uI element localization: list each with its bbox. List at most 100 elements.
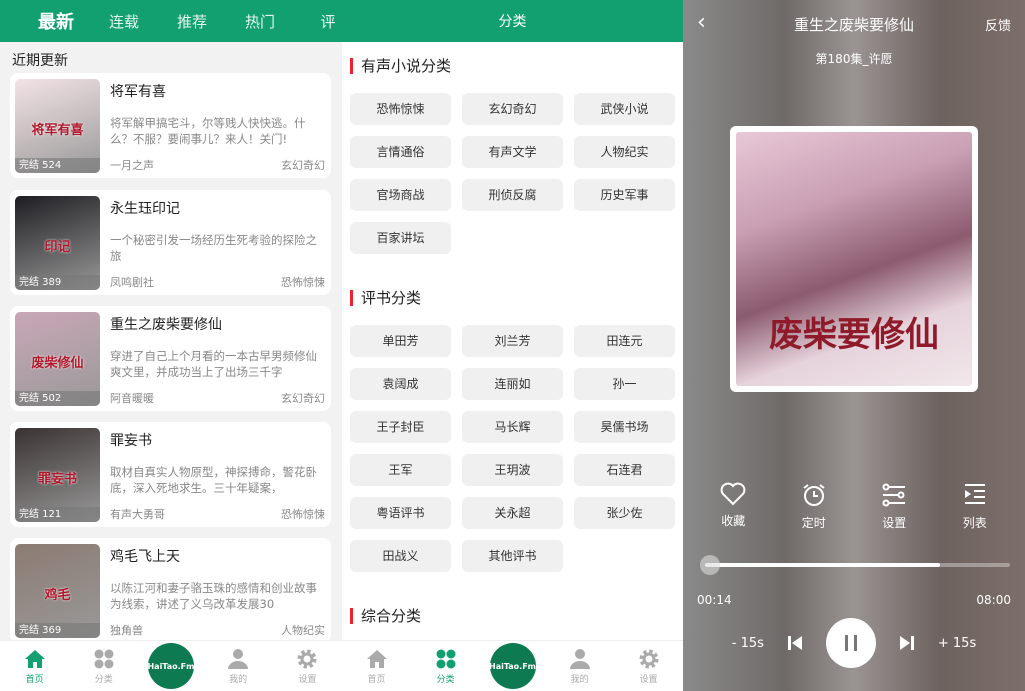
category-chip[interactable]: 王玥波 bbox=[462, 454, 563, 486]
book-title: 罪妄书 bbox=[110, 433, 152, 449]
category-chip[interactable]: 官场商战 bbox=[350, 179, 451, 211]
nav-mine[interactable]: 我的 bbox=[555, 648, 605, 685]
sliders-icon bbox=[882, 483, 906, 507]
pause-button[interactable] bbox=[825, 618, 876, 668]
book-genre: 玄幻奇幻 bbox=[281, 159, 325, 172]
home-panel: 最新 连载 推荐 热门评 近期更新 将军有喜 完结 524 将军有喜 将军解甲搞宅斗，尔… bbox=[0, 0, 342, 691]
nav-mine[interactable]: 我的 bbox=[213, 648, 263, 685]
category-chip[interactable]: 人物纪实 bbox=[574, 136, 675, 168]
book-author: 阿音暖暖 bbox=[110, 392, 154, 405]
category-chip[interactable]: 其他评书 bbox=[462, 540, 563, 572]
progress-thumb[interactable] bbox=[700, 555, 721, 575]
tab-4[interactable]: 评 bbox=[294, 11, 342, 32]
tab-0[interactable]: 最新 bbox=[22, 8, 90, 34]
book-card[interactable]: 将军有喜 完结 524 将军有喜 将军解甲搞宅斗，尔等贱人快快逃。什么？不服？要闹… bbox=[10, 73, 331, 178]
bottom-nav: 首页 分类 HaiTao.Fm 我的 设置 bbox=[0, 640, 342, 691]
progress-slider[interactable] bbox=[700, 555, 1010, 575]
nav-category[interactable]: 分类 bbox=[421, 648, 471, 685]
nav-category[interactable]: 分类 bbox=[79, 648, 129, 685]
tab-2[interactable]: 推荐 bbox=[158, 11, 226, 32]
book-cover: 废柴修仙 完结 502 bbox=[15, 312, 100, 406]
total-time: 08:00 bbox=[976, 593, 1011, 607]
nav-home[interactable]: 首页 bbox=[352, 648, 402, 685]
category-chip[interactable]: 言情通俗 bbox=[350, 136, 451, 168]
book-cover: 鸡毛 完结 369 bbox=[15, 544, 100, 638]
tab-3[interactable]: 热门 bbox=[226, 11, 294, 32]
book-author: 凤鸣剧社 bbox=[110, 276, 154, 289]
grid-icon bbox=[436, 649, 455, 668]
book-cover: 印记完结 389 bbox=[15, 196, 100, 290]
rewind-15-button[interactable]: - 15s bbox=[732, 636, 764, 651]
category-chip[interactable]: 连丽如 bbox=[462, 368, 563, 400]
category-chip[interactable]: 玄幻奇幻 bbox=[462, 93, 563, 125]
category-chip[interactable]: 王子封臣 bbox=[350, 411, 451, 443]
book-card[interactable]: 罪妄书 完结 121 罪妄书 取材自真实人物原型，神探搏命，警花卧底，深入死地求生… bbox=[10, 422, 331, 527]
settings-button[interactable]: 设置 bbox=[864, 482, 924, 531]
previous-icon[interactable] bbox=[786, 634, 804, 652]
category-chip[interactable]: 王军 bbox=[350, 454, 451, 486]
nav-home[interactable]: 首页 bbox=[10, 648, 60, 685]
nav-settings[interactable]: 设置 bbox=[282, 648, 332, 685]
book-author: 独角兽 bbox=[110, 624, 143, 637]
tab-1[interactable]: 连载 bbox=[90, 11, 158, 32]
user-icon bbox=[228, 648, 249, 669]
book-desc: 以陈江河和妻子骆玉珠的感情和创业故事为线索，讲述了义乌改革发展30 bbox=[110, 581, 317, 611]
category-chip[interactable]: 百家讲坛 bbox=[350, 222, 451, 254]
book-cover-lettering: 印记 bbox=[44, 240, 71, 255]
play-logo-button[interactable]: HaiTao.Fm bbox=[489, 643, 536, 689]
book-genre: 人物纪实 bbox=[281, 624, 325, 637]
play-logo-button[interactable]: HaiTao.Fm bbox=[147, 643, 194, 689]
book-genre: 恐怖惊悚 bbox=[281, 508, 325, 521]
category-chip[interactable]: 武侠小说 bbox=[574, 93, 675, 125]
category-chip[interactable]: 关永超 bbox=[462, 497, 563, 529]
category-chip[interactable]: 刑侦反腐 bbox=[462, 179, 563, 211]
home-icon bbox=[366, 649, 387, 668]
category-chip[interactable]: 刘兰芳 bbox=[462, 325, 563, 357]
category-chip[interactable]: 田战义 bbox=[350, 540, 451, 572]
category-chip[interactable]: 石连君 bbox=[574, 454, 675, 486]
gear-icon bbox=[639, 649, 658, 668]
feedback-button[interactable]: 反馈 bbox=[985, 15, 1011, 34]
page-title: 分类 bbox=[498, 14, 527, 30]
favorite-button[interactable]: 收藏 bbox=[703, 482, 763, 531]
category-chip[interactable]: 袁阔成 bbox=[350, 368, 451, 400]
user-icon bbox=[569, 648, 590, 669]
category-chip[interactable]: 马长辉 bbox=[462, 411, 563, 443]
category-chip[interactable]: 历史军事 bbox=[574, 179, 675, 211]
home-header: 最新 连载 推荐 热门评 bbox=[0, 0, 342, 42]
book-cover: 将军有喜 完结 524 bbox=[15, 79, 100, 173]
book-card[interactable]: 废柴修仙 完结 502 重生之废柴要修仙 穿进了自己上个月看的一本古早男频修仙爽文… bbox=[10, 306, 331, 411]
book-card[interactable]: 印记 完结 389 永生珏印记 一个秘密引发一场经历生死考验的探险之旅 凤鸣剧社 … bbox=[10, 190, 331, 295]
category-section-title: 综合分类 bbox=[350, 608, 421, 624]
category-chip[interactable]: 昊儒书场 bbox=[574, 411, 675, 443]
category-chip[interactable]: 粤语评书 bbox=[350, 497, 451, 529]
gear-icon bbox=[297, 649, 317, 668]
category-panel: 分类 有声小说分类 恐怖惊悚 玄幻奇幻 武侠小说 言情通俗 有声文学 人物纪实 官场商战 刑侦反… bbox=[342, 0, 683, 691]
nav-settings[interactable]: 设置 bbox=[624, 648, 674, 685]
book-cover-lettering: 鸡毛 bbox=[44, 588, 71, 603]
timer-button[interactable]: 定时 bbox=[784, 482, 844, 531]
book-title: 鸡毛飞上天 bbox=[110, 549, 180, 565]
forward-15-button[interactable]: + 15s bbox=[938, 636, 976, 651]
book-status: 完结 389 bbox=[15, 275, 100, 290]
category-chip[interactable]: 张少佐 bbox=[574, 497, 675, 529]
category-chip[interactable]: 有声文学 bbox=[462, 136, 563, 168]
current-time: 00:14 bbox=[697, 593, 732, 607]
book-cover-lettering: 罪妄书 bbox=[37, 472, 77, 487]
book-author: 一月之声 bbox=[110, 159, 154, 172]
book-genre: 恐怖惊悚 bbox=[281, 276, 325, 289]
category-section-title: 评书分类 bbox=[350, 290, 421, 306]
book-status: 完结 502 bbox=[15, 391, 100, 406]
playlist-button[interactable]: 列表 bbox=[945, 482, 1005, 531]
category-chip[interactable]: 单田芳 bbox=[350, 325, 451, 357]
book-card[interactable]: 鸡毛 完结 369 鸡毛飞上天 以陈江河和妻子骆玉珠的感情和创业故事为线索，讲述了… bbox=[10, 538, 331, 643]
book-title: 永生珏印记 bbox=[110, 201, 180, 217]
next-icon[interactable] bbox=[898, 634, 916, 652]
book-desc: 一个秘密引发一场经历生死考验的探险之旅 bbox=[110, 233, 317, 263]
category-header: 分类 bbox=[342, 0, 683, 42]
home-icon bbox=[24, 649, 45, 668]
category-chip[interactable]: 孙一 bbox=[574, 368, 675, 400]
category-chip[interactable]: 田连元 bbox=[574, 325, 675, 357]
category-chip[interactable]: 恐怖惊悚 bbox=[350, 93, 451, 125]
book-cover-lettering: 将军有喜 bbox=[31, 123, 84, 138]
